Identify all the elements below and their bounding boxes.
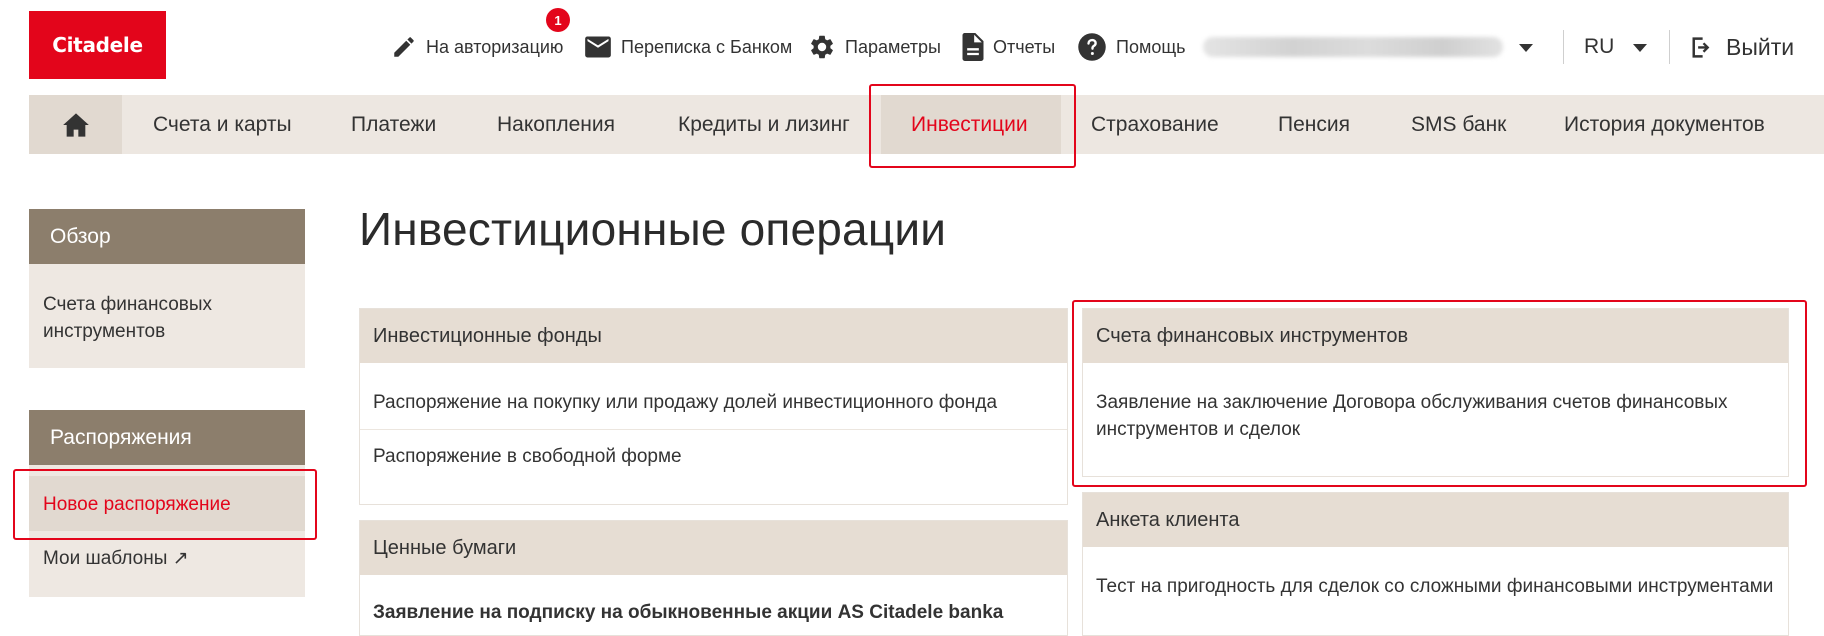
- nav-item-loans[interactable]: Кредиты и лизинг: [678, 95, 850, 154]
- card-securities: Ценные бумаги Заявление на подписку на о…: [359, 520, 1068, 636]
- divider: [1563, 30, 1564, 64]
- messages-label: Переписка с Банком: [621, 36, 793, 57]
- language-chevron-down-icon[interactable]: [1633, 44, 1647, 52]
- language-select[interactable]: RU: [1584, 24, 1614, 70]
- settings-link[interactable]: Параметры: [808, 24, 941, 70]
- logout-button[interactable]: Выйти: [1688, 24, 1794, 70]
- sidebar-orders-header: Распоряжения: [29, 410, 305, 465]
- card-title: Анкета клиента: [1083, 493, 1788, 547]
- language-label: RU: [1584, 35, 1615, 58]
- nav-item-document-history[interactable]: История документов: [1564, 95, 1765, 154]
- link-fund-buy-sell-order[interactable]: Распоряжение на покупку или продажу доле…: [373, 389, 997, 416]
- sidebar-item-financial-instrument-accounts[interactable]: Счета финансовых инструментов: [43, 291, 283, 345]
- logout-icon: [1692, 36, 1710, 58]
- nav-home[interactable]: [29, 95, 122, 154]
- authorize-link[interactable]: На авторизацию 1: [391, 8, 570, 70]
- reports-link[interactable]: Отчеты: [962, 24, 1055, 70]
- main-navigation: Счета и карты Платежи Накопления Кредиты…: [29, 95, 1824, 154]
- envelope-icon: [585, 36, 611, 58]
- user-name-blurred[interactable]: [1203, 37, 1503, 57]
- help-icon: [1078, 33, 1106, 61]
- nav-item-sms-bank[interactable]: SMS банк: [1411, 95, 1506, 154]
- reports-label: Отчеты: [993, 36, 1056, 57]
- nav-item-investments[interactable]: Инвестиции: [911, 95, 1028, 154]
- divider: [1669, 30, 1670, 64]
- page-title: Инвестиционные операции: [359, 203, 947, 255]
- link-suitability-test[interactable]: Тест на пригодность для сделок со сложны…: [1096, 573, 1773, 600]
- sidebar-overview-panel: Счета финансовых инструментов: [29, 264, 305, 368]
- nav-item-pension[interactable]: Пенсия: [1278, 95, 1350, 154]
- link-citadele-share-subscription[interactable]: Заявление на подписку на обыкновенные ак…: [373, 599, 1003, 626]
- document-icon: [962, 33, 984, 61]
- card-title: Ценные бумаги: [360, 521, 1067, 575]
- notification-badge: 1: [546, 8, 570, 32]
- messages-link[interactable]: Переписка с Банком: [584, 24, 792, 70]
- sidebar-overview-header: Обзор: [29, 209, 305, 264]
- sidebar-item-new-order[interactable]: Новое распоряжение: [43, 491, 231, 518]
- user-menu-chevron-down-icon[interactable]: [1519, 44, 1533, 52]
- link-free-form-order[interactable]: Распоряжение в свободной форме: [373, 443, 682, 470]
- nav-item-insurance[interactable]: Страхование: [1091, 95, 1219, 154]
- gear-icon: [811, 35, 833, 59]
- settings-label: Параметры: [845, 36, 941, 57]
- top-toolbar: На авторизацию 1 Переписка с Банком Пара…: [0, 8, 1824, 70]
- divider: [360, 429, 1067, 430]
- card-investment-funds: Инвестиционные фонды Распоряжение на пок…: [359, 308, 1068, 505]
- nav-item-payments[interactable]: Платежи: [351, 95, 436, 154]
- card-financial-instrument-accounts: Счета финансовых инструментов Заявление …: [1082, 308, 1789, 477]
- nav-item-savings[interactable]: Накопления: [497, 95, 615, 154]
- card-client-questionnaire: Анкета клиента Тест на пригодность для с…: [1082, 492, 1789, 636]
- help-link[interactable]: Помощь: [1077, 24, 1186, 70]
- pencil-icon: [394, 37, 414, 57]
- card-title: Инвестиционные фонды: [360, 309, 1067, 363]
- nav-item-accounts[interactable]: Счета и карты: [153, 95, 292, 154]
- home-icon: [62, 112, 89, 137]
- sidebar-item-my-templates[interactable]: Мои шаблоны ↗: [43, 545, 189, 572]
- link-service-agreement-application[interactable]: Заявление на заключение Договора обслужи…: [1096, 389, 1736, 443]
- card-title: Счета финансовых инструментов: [1083, 309, 1788, 363]
- logout-label: Выйти: [1726, 33, 1795, 60]
- help-label: Помощь: [1116, 36, 1186, 57]
- authorize-label: На авторизацию: [426, 36, 564, 57]
